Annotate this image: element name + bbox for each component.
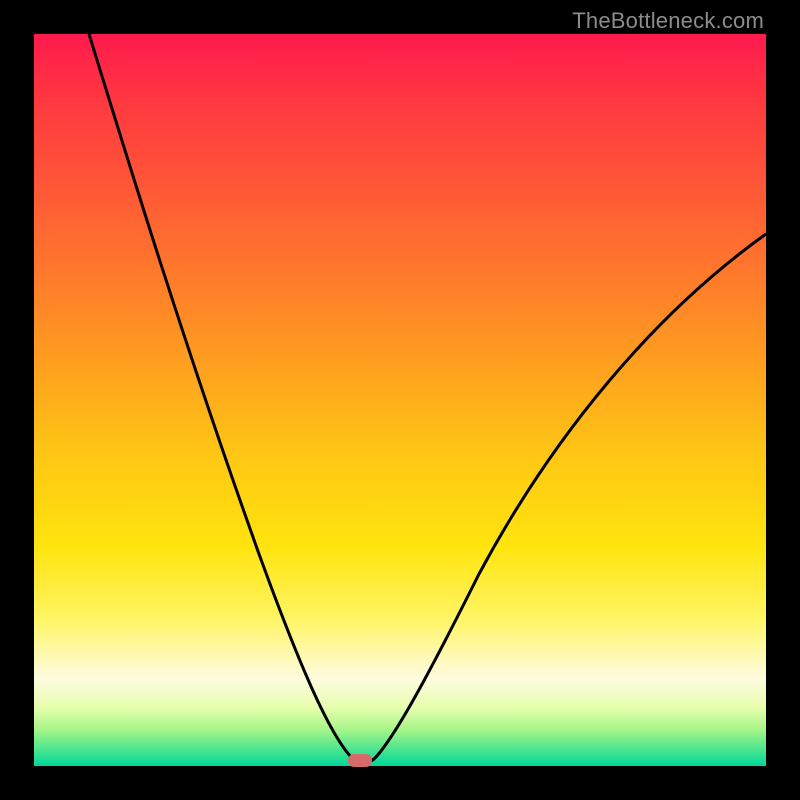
minimum-marker — [348, 754, 372, 767]
bottleneck-curve — [89, 34, 766, 763]
curve-svg — [34, 34, 766, 766]
chart-frame: TheBottleneck.com — [0, 0, 800, 800]
watermark-text: TheBottleneck.com — [572, 8, 764, 34]
plot-area — [34, 34, 766, 766]
